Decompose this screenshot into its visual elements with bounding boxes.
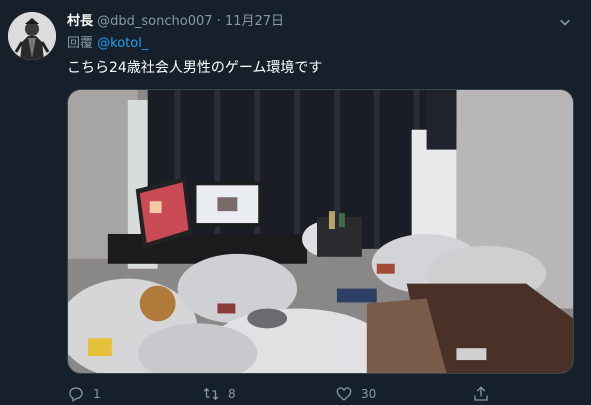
tweet-actions: 1 8 30 bbox=[67, 384, 574, 404]
share-icon bbox=[474, 386, 488, 401]
heart-icon bbox=[336, 387, 352, 401]
reply-mention-link[interactable]: @kotol_ bbox=[97, 36, 148, 51]
retweet-count: 8 bbox=[228, 387, 236, 401]
reply-context: 回覆 @kotol_ bbox=[67, 35, 148, 53]
avatar[interactable] bbox=[8, 12, 56, 60]
share-button[interactable] bbox=[472, 384, 498, 404]
tweet[interactable]: 村長 @dbd_soncho007 · 11月27日 回覆 @kotol_ こち… bbox=[0, 0, 591, 405]
reply-button[interactable]: 1 bbox=[67, 384, 101, 404]
retweet-icon bbox=[203, 387, 219, 401]
like-button[interactable]: 30 bbox=[335, 384, 376, 404]
tweet-header: 村長 @dbd_soncho007 · 11月27日 bbox=[67, 13, 284, 31]
tweet-text: こちら24歳社会人男性のゲーム環境です bbox=[67, 60, 323, 76]
separator: · bbox=[216, 14, 221, 29]
like-count: 30 bbox=[361, 387, 377, 401]
user-handle[interactable]: @dbd_soncho007 bbox=[97, 14, 212, 29]
display-name[interactable]: 村長 bbox=[67, 14, 93, 29]
tweet-date[interactable]: 11月27日 bbox=[225, 14, 284, 29]
reply-count: 1 bbox=[93, 387, 101, 401]
retweet-button[interactable]: 8 bbox=[202, 384, 236, 404]
tweet-photo[interactable] bbox=[67, 89, 574, 374]
chevron-down-icon[interactable] bbox=[556, 14, 574, 32]
reply-prefix: 回覆 bbox=[67, 36, 94, 51]
comment-icon bbox=[69, 387, 83, 402]
